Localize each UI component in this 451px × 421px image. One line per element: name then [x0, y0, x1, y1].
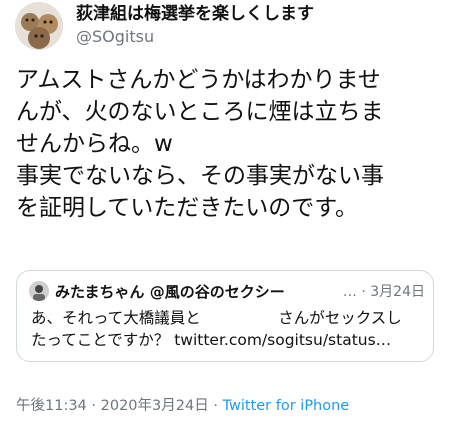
tweet-footer: 午後11:34 · 2020年3月24日 · Twitter for iPhon… — [16, 396, 349, 416]
tweet-text-line: を証明していただきたいのです。 — [16, 195, 359, 221]
profile-avatar[interactable] — [15, 2, 63, 50]
tweet: 荻津組は梅選挙を楽しくします @SOgitsu アムストさんかどうかはわかりませ… — [0, 0, 451, 421]
quoted-author-name: みたまちゃん @風の谷のセクシー — [55, 283, 285, 301]
tweet-text-line: せんからね。w — [16, 131, 173, 157]
tweet-text-line: 事実でないなら、その事実がない事 — [16, 163, 384, 189]
quoted-tweet-meta: … · 3月24日 — [343, 281, 425, 303]
quoted-meta-separator: · — [361, 284, 366, 300]
author-display-name[interactable]: 荻津組は梅選挙を楽しくします — [76, 4, 314, 24]
tweet-time[interactable]: 午後11:34 — [16, 398, 87, 414]
tweet-text-line: アムストさんかどうかはわかりませ — [16, 67, 381, 93]
tweet-date[interactable]: 2020年3月24日 — [101, 398, 209, 414]
footer-separator: · — [91, 398, 97, 414]
tweet-source-link[interactable]: Twitter for iPhone — [223, 398, 350, 414]
quoted-text-line: あ、それって大橋議員と さんがセックスし — [31, 309, 402, 327]
author-handle[interactable]: @SOgitsu — [76, 27, 154, 47]
quoted-tweet-text: あ、それって大橋議員と さんがセックスし たってことですか？ twitter.c… — [31, 307, 429, 351]
quoted-author-ellipsis: … — [342, 284, 357, 300]
quoted-text-line: たってことですか？ twitter.com/sogitsu/status… — [31, 331, 392, 349]
tweet-text: アムストさんかどうかはわかりませ んが、火のないところに煙は立ちま せんからね。… — [16, 64, 446, 224]
footer-separator: · — [213, 398, 218, 414]
quoted-tweet-card[interactable]: みたまちゃん @風の谷のセクシー … · 3月24日 あ、それって大橋議員と さ… — [16, 270, 434, 362]
quoted-author-avatar — [29, 281, 49, 301]
quoted-tweet-header: みたまちゃん @風の谷のセクシー … · 3月24日 — [55, 281, 427, 303]
quoted-tweet-date: 3月24日 — [370, 284, 425, 300]
avatar-icon — [15, 2, 63, 50]
tweet-text-line: んが、火のないところに煙は立ちま — [16, 99, 384, 125]
avatar-icon — [29, 281, 49, 301]
